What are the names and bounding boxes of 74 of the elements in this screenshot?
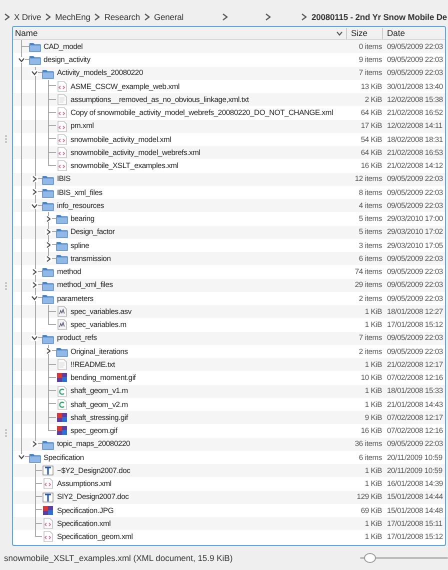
separator-icon — [94, 13, 100, 21]
folder-icon — [42, 266, 54, 278]
breadcrumb-item[interactable]: Research — [103, 10, 141, 24]
collapse-arrow-icon[interactable] — [31, 202, 38, 208]
folder-icon — [42, 280, 54, 291]
collapse-arrow-icon[interactable] — [18, 454, 24, 460]
splitter-handle-icon — [5, 428, 7, 437]
breadcrumb-item[interactable]: General — [152, 10, 185, 24]
collapse-arrow-icon[interactable] — [31, 295, 38, 302]
code-file-icon — [56, 398, 68, 410]
status-text: snowmobile_XSLT_examples.xml (XML document, 15.9 KiB) — [4, 552, 234, 564]
expand-arrow-icon[interactable] — [31, 176, 38, 182]
expand-arrow-icon[interactable] — [31, 268, 38, 275]
splitter-handle-icon — [5, 282, 7, 290]
xml-file-icon — [56, 134, 68, 145]
document-icon — [42, 465, 54, 476]
expand-arrow-icon[interactable] — [44, 242, 52, 248]
xml-file-icon — [56, 147, 68, 158]
folder-icon — [28, 41, 40, 52]
xml-file-icon — [56, 107, 68, 118]
expand-arrow-icon[interactable] — [44, 216, 52, 222]
xml-file-icon — [42, 478, 54, 490]
document-icon — [42, 492, 54, 503]
folder-icon — [42, 292, 54, 304]
folder-icon — [42, 332, 54, 344]
image-file-icon — [42, 504, 54, 516]
code-file-icon — [56, 386, 68, 397]
folder-icon — [56, 213, 68, 224]
xml-file-icon — [56, 80, 68, 92]
folder-icon — [42, 438, 54, 450]
folder-icon — [28, 452, 40, 463]
folder-icon — [42, 68, 54, 79]
text-file-icon — [56, 94, 68, 106]
xml-file-icon — [56, 160, 68, 172]
folder-icon — [42, 186, 54, 198]
collapse-arrow-icon[interactable] — [18, 56, 24, 63]
separator-icon — [222, 13, 228, 21]
expand-arrow-icon[interactable] — [31, 441, 38, 447]
folder-icon — [56, 253, 68, 264]
expand-arrow-icon[interactable] — [44, 348, 52, 354]
column-header[interactable]: Size — [346, 28, 382, 38]
column-header[interactable]: Date — [382, 28, 445, 38]
column-header[interactable]: Name — [13, 27, 346, 40]
script-file-icon — [56, 306, 68, 318]
splitter-handle-icon — [5, 135, 7, 144]
collapse-arrow-icon[interactable] — [31, 335, 38, 341]
folder-icon — [28, 54, 40, 66]
xml-file-icon — [42, 518, 54, 530]
image-file-icon — [56, 372, 68, 384]
folder-icon — [56, 226, 68, 238]
folder-icon — [56, 346, 68, 357]
text-file-icon — [56, 359, 68, 370]
separator-icon — [4, 13, 10, 21]
expand-arrow-icon[interactable] — [44, 256, 52, 262]
script-file-icon — [56, 319, 68, 330]
expand-arrow-icon[interactable] — [31, 189, 38, 196]
separator-icon — [45, 13, 52, 21]
separator-icon — [301, 13, 308, 21]
breadcrumb-item[interactable]: X Drive — [13, 10, 42, 24]
image-file-icon — [56, 425, 68, 436]
collapse-arrow-icon[interactable] — [31, 70, 38, 76]
separator-icon — [144, 13, 150, 21]
folder-icon — [56, 240, 68, 251]
folder-icon — [42, 174, 54, 185]
separator-icon — [264, 13, 271, 21]
expand-arrow-icon[interactable] — [44, 229, 52, 235]
expand-arrow-icon[interactable] — [31, 282, 38, 288]
breadcrumb-item[interactable]: MechEng — [54, 10, 92, 24]
breadcrumb-item[interactable]: 20080115 - 2nd Yr Snow Mobile De — [310, 10, 448, 24]
xml-file-icon — [56, 120, 68, 132]
xml-file-icon — [42, 531, 54, 542]
image-file-icon — [56, 412, 68, 424]
slider-thumb[interactable] — [364, 553, 376, 563]
folder-icon — [42, 200, 54, 212]
